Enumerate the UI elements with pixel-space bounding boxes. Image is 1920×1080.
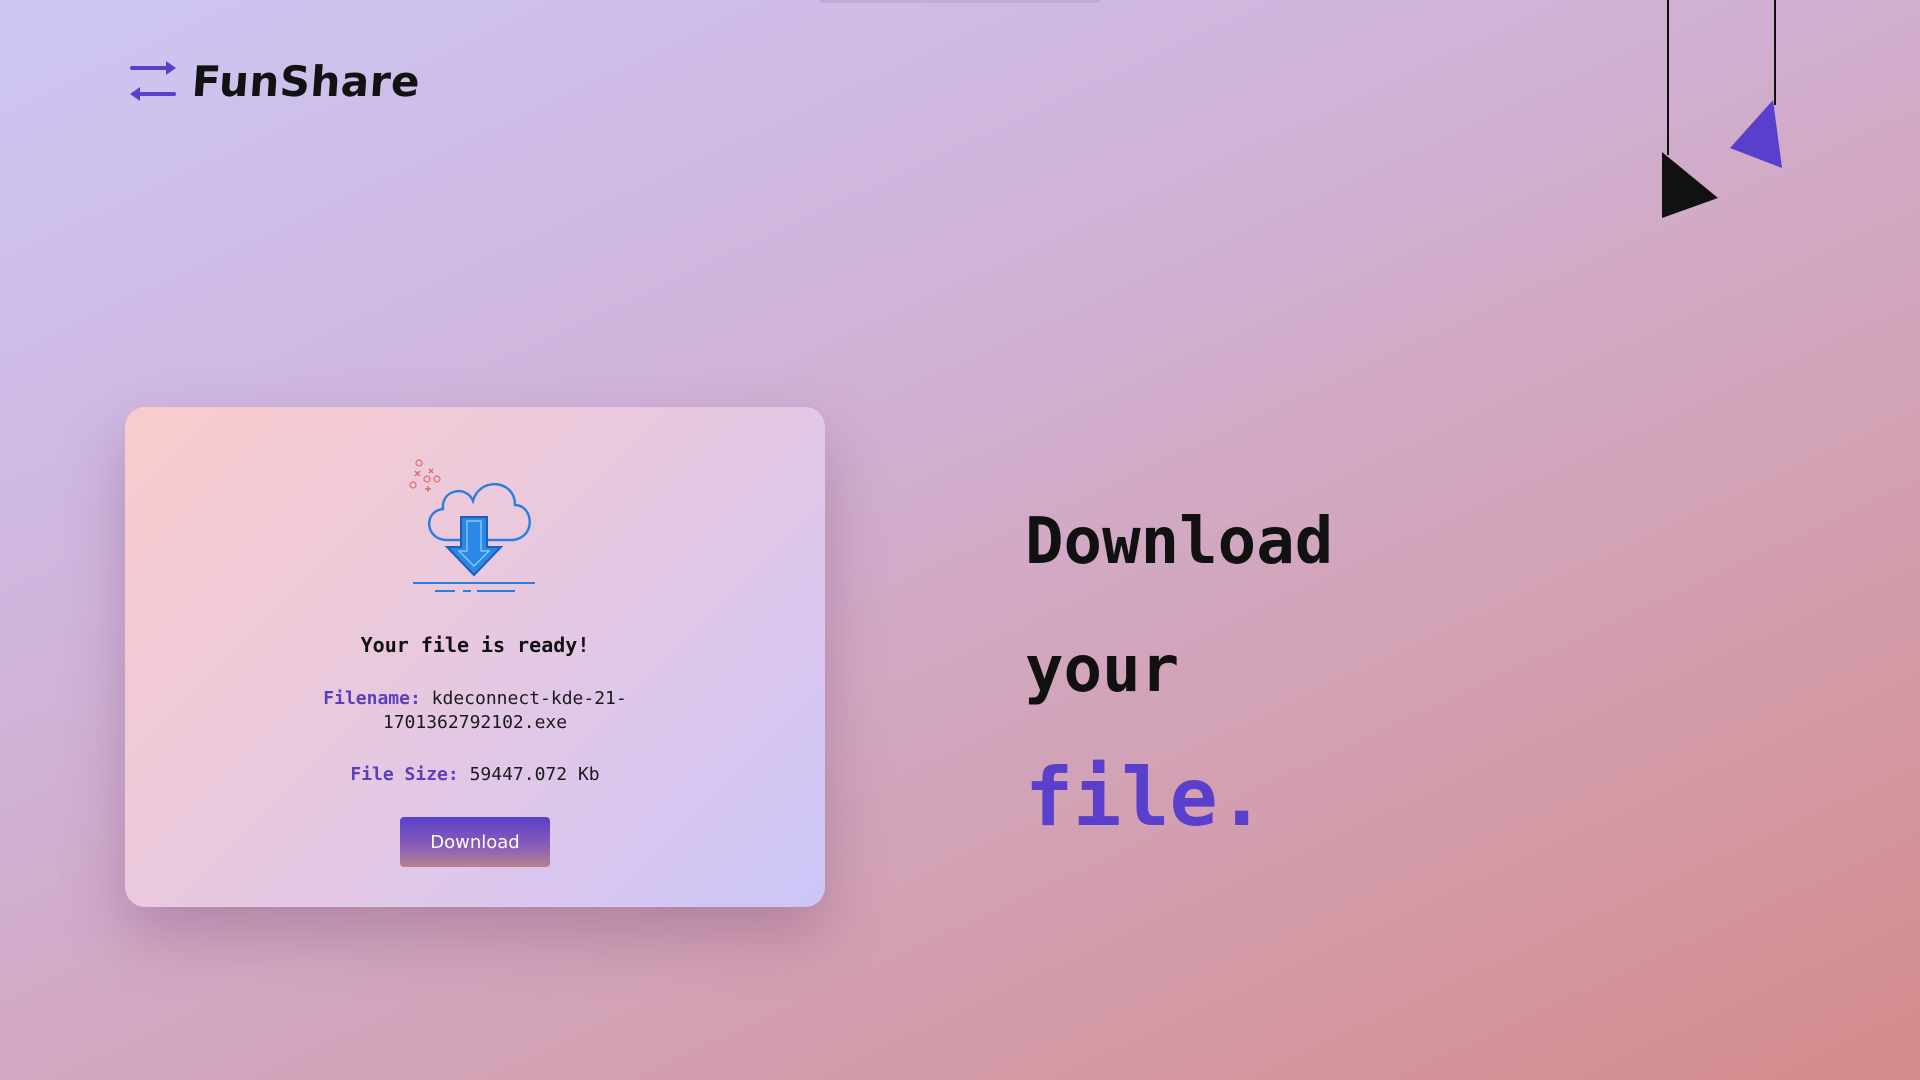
filesize-label: File Size: bbox=[350, 764, 459, 785]
file-ready-title: Your file is ready! bbox=[360, 633, 590, 657]
filesize-value: 59447.072 Kb bbox=[469, 764, 600, 785]
download-button[interactable]: Download bbox=[400, 817, 550, 867]
filename-line: Filename: kdeconnect-kde-21-170136279210… bbox=[305, 687, 645, 735]
hero-headline: Download your file. bbox=[1025, 478, 1333, 862]
brand-name: FunShare bbox=[190, 56, 422, 106]
filesize-line: File Size: 59447.072 Kb bbox=[305, 763, 645, 787]
swap-arrows-icon bbox=[130, 61, 176, 101]
cloud-download-icon bbox=[409, 459, 535, 592]
top-decorative-bar bbox=[820, 0, 1100, 3]
file-ready-card: Your file is ready! Filename: kdeconnect… bbox=[125, 407, 825, 907]
headline-line-3: file. bbox=[1025, 751, 1266, 844]
brand-logo[interactable]: FunShare bbox=[128, 56, 422, 106]
filename-label: Filename: bbox=[323, 688, 421, 709]
hanging-triangles-decoration bbox=[1662, 0, 1782, 218]
headline-line-1: Download bbox=[1025, 505, 1334, 579]
headline-line-2: your bbox=[1025, 633, 1180, 707]
